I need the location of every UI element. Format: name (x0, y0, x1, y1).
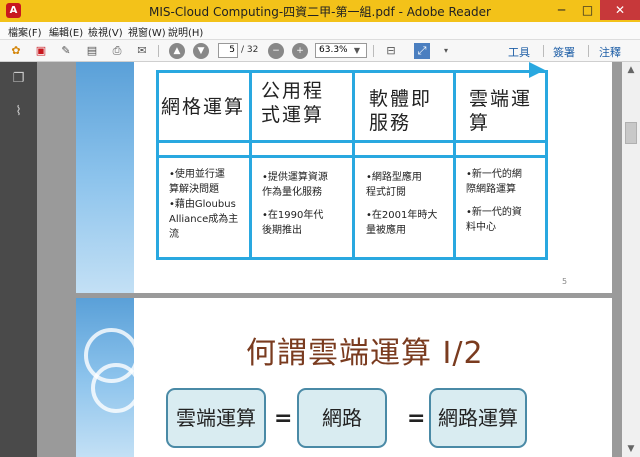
cell-line: •藉由Gloubus (169, 199, 236, 210)
toolbar-divider (588, 45, 589, 57)
title-bar: A MIS-Cloud Computing-四資二甲-第一組.pdf - Ado… (0, 0, 640, 22)
toolbar-divider (373, 45, 374, 57)
table-header-saas: 軟體即 服務 (369, 87, 432, 135)
toolbar-divider (158, 45, 159, 57)
table-header-utility: 公用程 式運算 (261, 79, 324, 127)
header-line: 軟體即 (369, 88, 433, 110)
document-viewer[interactable]: 網格運算 公用程 式運算 軟體即 服務 雲端運算 •使用並行運 算解決問題 •藉由G… (37, 62, 622, 457)
slide-background (76, 62, 134, 293)
cell-line (366, 200, 437, 208)
equals-sign: = (274, 406, 293, 431)
table-header-cloud: 雲端運算 (469, 87, 532, 135)
page-number-input[interactable]: 5 (218, 43, 238, 58)
menu-window[interactable]: 視窗(W) (128, 24, 166, 39)
minimize-button[interactable]: ─ (548, 0, 575, 20)
fullscreen-icon[interactable]: ⤢ (414, 43, 430, 59)
equals-sign: = (407, 406, 426, 431)
tools-button[interactable]: 工具 (508, 44, 530, 60)
decorative-circle (91, 363, 141, 413)
pdf-page-5: 網格運算 公用程 式運算 軟體即 服務 雲端運算 •使用並行運 算解決問題 •藉由G… (76, 62, 612, 293)
comment-button[interactable]: 注釋 (599, 44, 621, 60)
zoom-out-icon[interactable]: − (268, 43, 284, 59)
scroll-down-icon[interactable]: ▼ (622, 441, 640, 457)
menu-file[interactable]: 檔案(F) (8, 24, 42, 39)
equation-box-network: 網路 (297, 388, 387, 448)
header-line: 雲端運 (469, 88, 533, 110)
toolbar-divider (543, 45, 544, 57)
header-line: 網格運算 (161, 96, 246, 118)
menu-edit[interactable]: 編輯(E) (49, 24, 83, 39)
cell-line: •網路型應用 (366, 172, 422, 183)
cell-line: 後期推出 (262, 225, 302, 236)
page-thumbnails-icon[interactable]: ❐ (11, 71, 26, 86)
window-title: MIS-Cloud Computing-四資二甲-第一組.pdf - Adobe… (149, 5, 491, 19)
menu-help[interactable]: 說明(H) (168, 24, 203, 39)
equation-box-cloud: 雲端運算 (166, 388, 266, 448)
cell-line: 算解決問題 (169, 184, 219, 195)
close-button[interactable]: ✕ (600, 0, 640, 20)
header-line: 式運算 (261, 104, 325, 126)
previous-page-icon[interactable]: ▲ (169, 43, 185, 59)
table-divider (249, 73, 252, 257)
edit-icon[interactable]: ✎ (58, 43, 74, 59)
cell-line: •提供運算資源 (262, 172, 328, 183)
app-window: A MIS-Cloud Computing-四資二甲-第一組.pdf - Ado… (0, 0, 640, 457)
header-line: 算 (469, 112, 491, 134)
save-icon[interactable]: ▤ (84, 43, 100, 59)
page-total: / 32 (241, 45, 259, 55)
header-line: 服務 (369, 112, 412, 134)
cell-line: •使用並行運 (169, 169, 225, 180)
table-header-grid: 網格運算 (161, 95, 245, 119)
fit-page-icon[interactable]: ⊟ (383, 43, 399, 59)
toolbar: ✿ ▣ ✎ ▤ ⎙ ✉ ▲ ▼ 5 / 32 − + 63.3% ▼ ⊟ ⤢ ▾… (0, 40, 640, 62)
table-divider (453, 73, 456, 257)
zoom-in-icon[interactable]: + (292, 43, 308, 59)
cell-line: •新一代的網 (466, 169, 522, 180)
comparison-table: 網格運算 公用程 式運算 軟體即 服務 雲端運算 •使用並行運 算解決問題 •藉由G… (156, 70, 548, 260)
sign-button[interactable]: 簽署 (553, 44, 575, 60)
cell-line: •新一代的資 (466, 207, 522, 218)
slide-background (76, 298, 141, 457)
cell-line: •在1990年代 (262, 210, 324, 221)
slide-page-number: 5 (562, 277, 568, 286)
scroll-thumb[interactable] (625, 122, 637, 144)
maximize-button[interactable]: □ (574, 0, 601, 20)
cell-line (262, 200, 328, 208)
pdf-page-6: 何謂雲端運算 I/2 雲端運算 = 網路 = 網路運算 (76, 298, 612, 457)
vertical-scrollbar[interactable]: ▲ ▼ (622, 62, 640, 457)
cell-line: 料中心 (466, 222, 496, 233)
menu-view[interactable]: 檢視(V) (88, 24, 123, 39)
menu-bar: 檔案(F) 編輯(E) 檢視(V) 視窗(W) 說明(H) (0, 22, 640, 40)
table-cell-grid: •使用並行運 算解決問題 •藉由Gloubus Alliance成為主 流 (169, 167, 238, 242)
create-icon[interactable]: ✿ (8, 43, 24, 59)
next-page-icon[interactable]: ▼ (193, 43, 209, 59)
cell-line: 際網路運算 (466, 184, 516, 195)
cell-line: 程式訂閱 (366, 187, 406, 198)
email-icon[interactable]: ✉ (134, 43, 150, 59)
cell-line: 作為量化服務 (262, 187, 322, 198)
cell-line (466, 197, 522, 205)
open-icon[interactable]: ▣ (33, 43, 49, 59)
table-cell-utility: •提供運算資源 作為量化服務 •在1990年代 後期推出 (262, 170, 328, 238)
cell-line: Alliance成為主 (169, 214, 239, 225)
scroll-up-icon[interactable]: ▲ (622, 62, 640, 78)
navigation-pane: ❐ ⌇ (0, 62, 37, 457)
table-cell-saas: •網路型應用 程式訂閱 •在2001年時大 量被應用 (366, 170, 437, 238)
cell-line: 量被應用 (366, 225, 406, 236)
header-line: 公用程 (261, 80, 325, 102)
cell-line: 流 (169, 229, 179, 240)
slide-heading: 何謂雲端運算 I/2 (246, 336, 484, 371)
table-cell-cloud: •新一代的網 際網路運算 •新一代的資 料中心 (466, 167, 522, 235)
more-tools-icon[interactable]: ▾ (438, 43, 454, 59)
attachments-icon[interactable]: ⌇ (11, 104, 26, 119)
chevron-down-icon[interactable]: ▼ (349, 43, 365, 59)
cell-line: •在2001年時大 (366, 210, 438, 221)
print-icon[interactable]: ⎙ (109, 43, 125, 59)
equation-box-network-computing: 網路運算 (429, 388, 527, 448)
table-divider (352, 73, 355, 257)
